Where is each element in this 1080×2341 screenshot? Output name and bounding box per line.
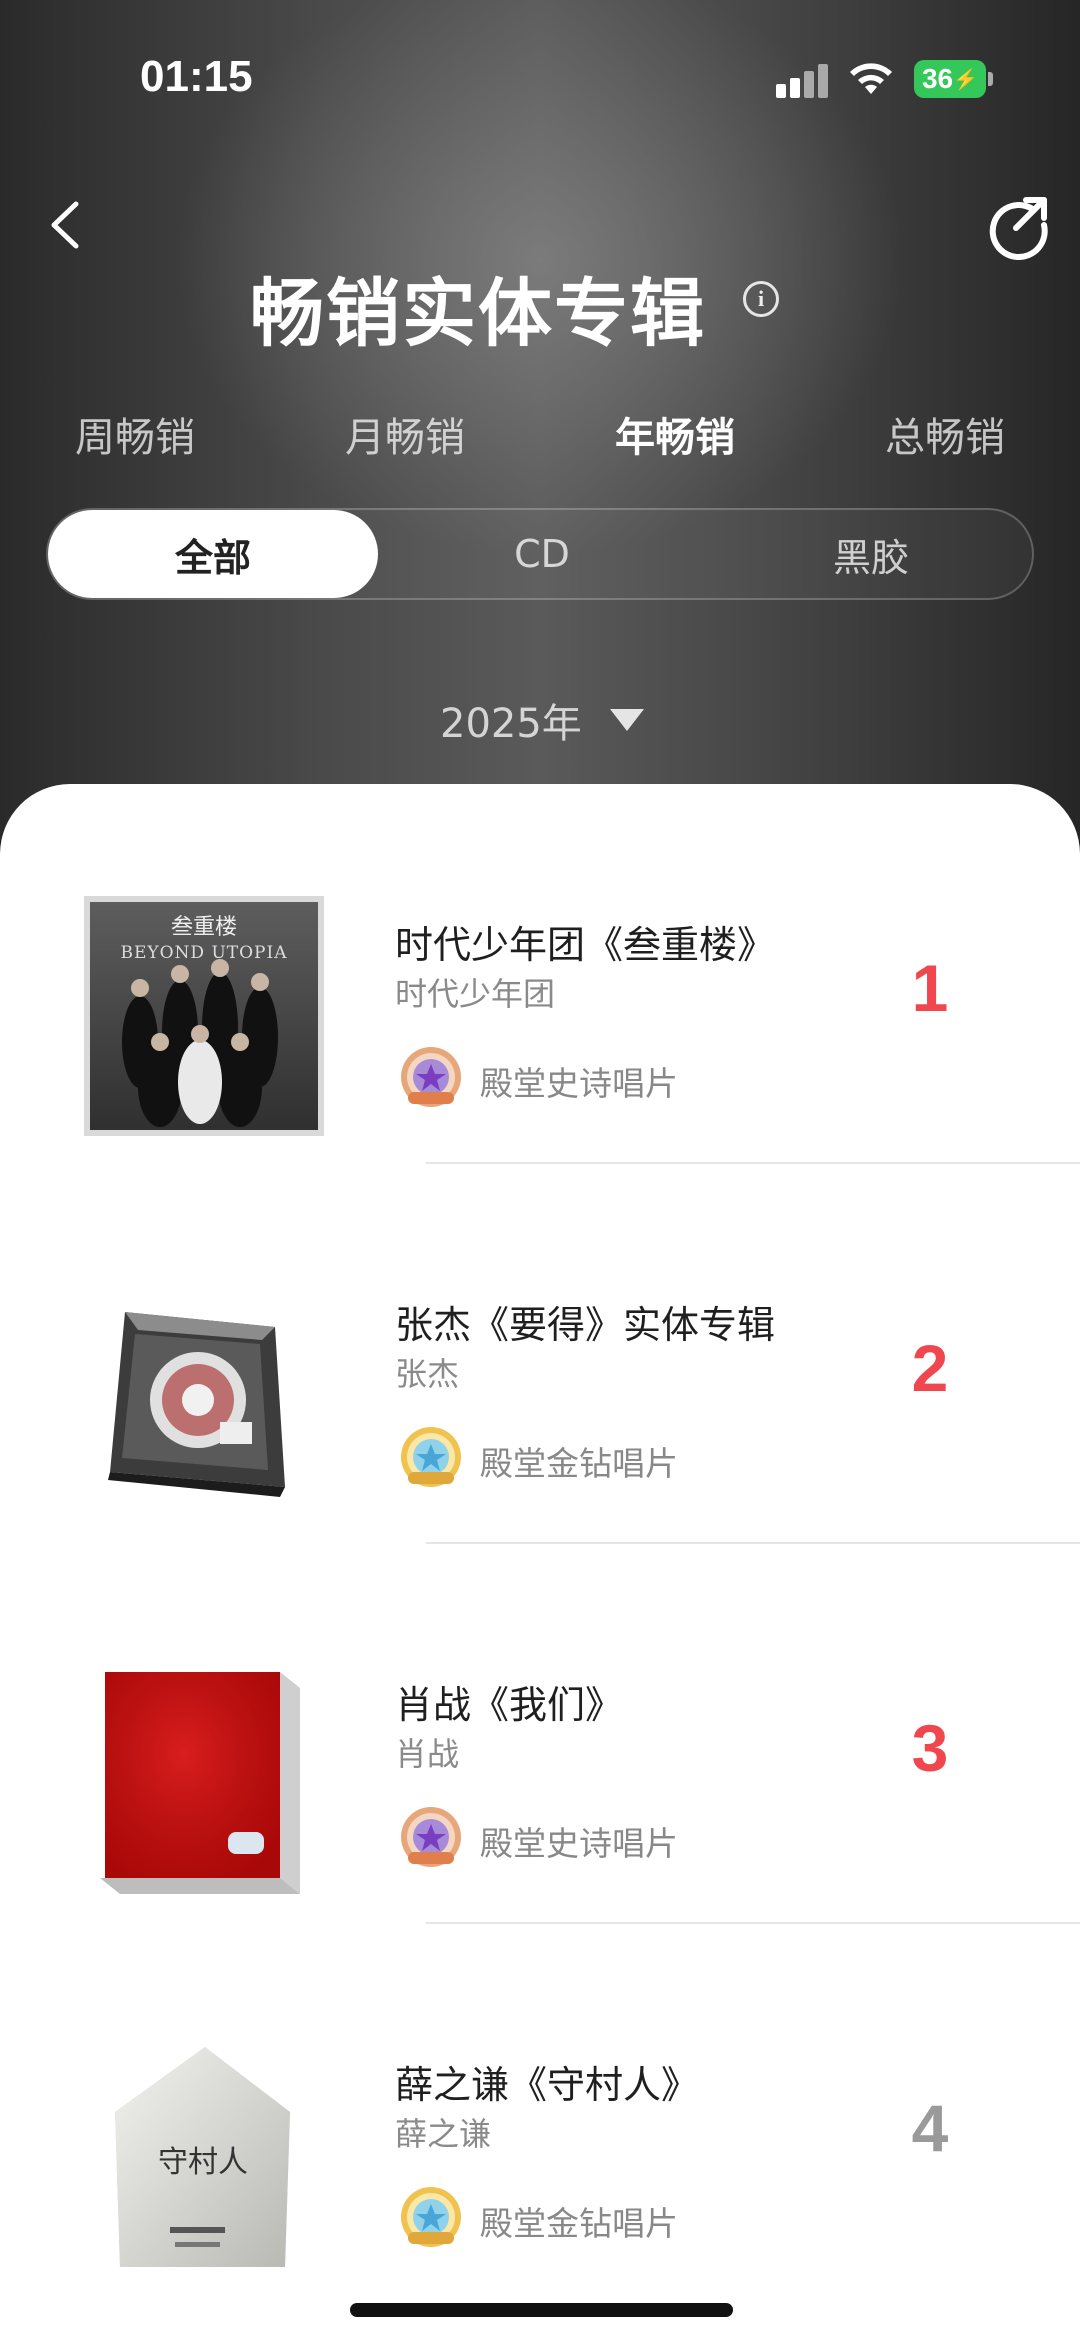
diamond-record-badge-icon [401, 2187, 461, 2247]
album-artist: 薛之谦 [395, 2115, 492, 2153]
album-cover: 守村人 [115, 2047, 290, 2267]
album-cover [108, 1312, 285, 1497]
info-icon[interactable]: i [743, 281, 779, 317]
status-time: 01:15 [140, 52, 253, 101]
cover-title-text: 守村人 [158, 2145, 248, 2180]
badge-label: 殿堂史诗唱片 [480, 1824, 678, 1863]
epic-record-badge-icon [401, 1807, 461, 1867]
battery-level: 36 [921, 63, 954, 94]
home-indicator[interactable] [350, 2303, 733, 2317]
battery-nub [988, 72, 993, 86]
tab-all-time[interactable]: 总畅销 [845, 405, 1045, 463]
album-artist: 肖战 [395, 1735, 460, 1773]
filter-vinyl[interactable]: 黑胶 [706, 510, 1036, 598]
album-row-2[interactable]: 张杰《要得》实体专辑 张杰 殿堂金钻唱片 2 [0, 1164, 1080, 1544]
status-bar: 01:15 36 ⚡ [0, 0, 1080, 160]
wifi-icon [850, 63, 892, 94]
cover-subtitle-text: BEYOND UTOPIA [120, 943, 287, 963]
album-title: 薛之谦《守村人》 [395, 2063, 700, 2107]
tab-monthly[interactable]: 月畅销 [305, 405, 505, 463]
album-cover [100, 1672, 300, 1894]
filter-all[interactable]: 全部 [48, 510, 378, 598]
filter-cd[interactable]: CD [377, 510, 707, 598]
period-tabs: 周畅销 月畅销 年畅销 总畅销 [0, 405, 1080, 465]
badge-label: 殿堂史诗唱片 [480, 1064, 678, 1103]
share-icon[interactable] [984, 190, 1054, 260]
album-row-3[interactable]: 肖战《我们》 肖战 殿堂史诗唱片 3 [0, 1544, 1080, 1924]
album-title: 肖战《我们》 [395, 1683, 624, 1727]
year-value: 2025年 [440, 701, 582, 747]
tab-weekly[interactable]: 周畅销 [35, 405, 235, 463]
format-filter: 全部 CD 黑胶 [46, 508, 1034, 600]
rank-number: 3 [911, 1711, 949, 1785]
year-selector[interactable]: 2025年 [440, 690, 644, 750]
battery-icon: 36 ⚡ [914, 60, 986, 98]
rank-number: 2 [911, 1331, 949, 1405]
album-title: 张杰《要得》实体专辑 [395, 1303, 776, 1347]
rank-number: 4 [911, 2091, 949, 2165]
album-row-1[interactable]: 叁重楼 BEYOND UTOPIA 时代少年团《叁重楼》 时代少年团 殿堂史诗唱… [0, 784, 1080, 1164]
epic-record-badge-icon [401, 1047, 461, 1107]
album-cover: 叁重楼 BEYOND UTOPIA [84, 896, 324, 1136]
diamond-record-badge-icon [401, 1427, 461, 1487]
album-title: 时代少年团《叁重楼》 [395, 923, 776, 967]
tab-yearly[interactable]: 年畅销 [575, 405, 775, 463]
caret-down-icon [609, 709, 644, 731]
album-list: 叁重楼 BEYOND UTOPIA 时代少年团《叁重楼》 时代少年团 殿堂史诗唱… [0, 784, 1080, 2341]
album-artist: 时代少年团 [395, 975, 556, 1013]
cover-title-text: 叁重楼 [171, 915, 237, 940]
rank-number: 1 [911, 951, 949, 1025]
cellular-signal-icon [776, 62, 830, 98]
badge-label: 殿堂金钻唱片 [480, 1444, 678, 1483]
page-title: 畅销实体专辑 [250, 271, 706, 357]
badge-label: 殿堂金钻唱片 [480, 2204, 678, 2243]
album-row-4[interactable]: 守村人 薛之谦《守村人》 薛之谦 殿堂金钻唱片 4 [0, 1924, 1080, 2304]
album-artist: 张杰 [395, 1355, 460, 1393]
chevron-left-icon[interactable] [40, 190, 90, 260]
